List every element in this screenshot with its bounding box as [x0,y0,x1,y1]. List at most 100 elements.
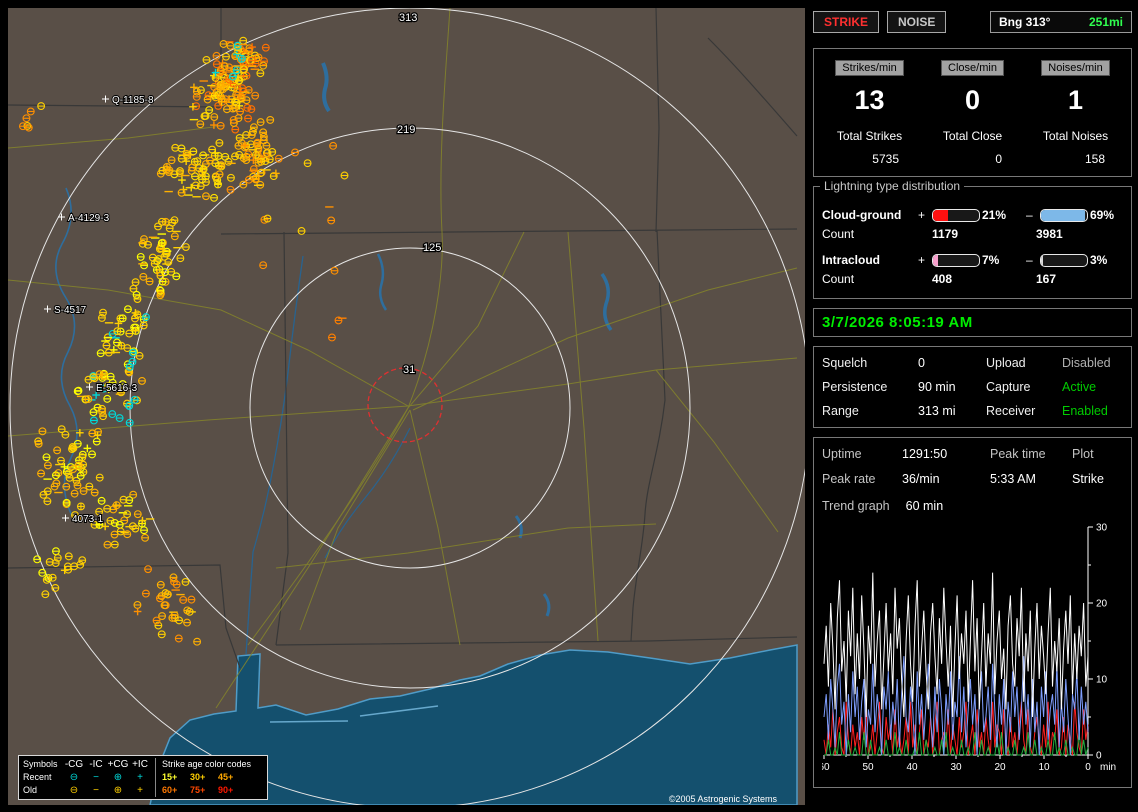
plus-sign: + [918,208,926,222]
noises-per-min-value: 1 [1067,85,1084,115]
strike-symbol [237,54,246,63]
plot-label: Plot [1072,447,1094,461]
intracloud-label: Intracloud [822,253,881,267]
strike-symbol [157,239,166,248]
map-legend: Symbols -CG -IC +CG +IC Strike age color… [18,755,268,800]
cg-positive-pct: 21% [982,208,1007,222]
total-noises-label: Total Noises [1042,129,1109,143]
distribution-title: Lightning type distribution [820,179,965,193]
status-value: 90 min [918,380,956,394]
ring-label: 313 [399,12,417,24]
minus-sign: – [1026,208,1033,222]
trend-period-value: 60 min [905,499,944,513]
trend-graph: 01020306050403020100min [822,523,1116,774]
ring-label: 125 [423,242,441,254]
total-strikes-value: 5735 [872,152,899,166]
x-tick-label: 50 [862,762,874,773]
x-tick-label: 0 [1085,762,1091,773]
legend-strike-symbol: − [93,772,99,783]
y-tick-label: 20 [1096,599,1108,610]
total-strikes-label: Total Strikes [836,129,903,143]
cg-positive-bar [932,208,980,222]
datetime-display: 3/7/2026 8:05:19 AM [813,308,1132,337]
legend-strike-symbol: + [137,772,143,783]
minus-sign: – [1026,253,1033,267]
ic-negative-count: 167 [1036,272,1057,286]
legend-strike-symbol: ⊕ [113,785,123,796]
bearing-distance: 251mi [1088,15,1123,29]
x-axis-unit: min [1100,762,1116,773]
stats-section: Uptime 1291:50 Peak time Plot Peak rate … [813,437,1132,788]
status-label: Receiver [986,404,1036,418]
x-tick-label: 60 [822,762,830,773]
map-area[interactable]: 313 219 125 31 Q-1185-8 A-4129-3 S-4517 E-5616… [8,8,805,805]
status-value: Disabled [1062,356,1111,370]
legend-col-neg-ic: -IC [89,759,103,770]
plot-value: Strike [1072,472,1104,486]
x-tick-label: 20 [994,762,1006,773]
bearing-value: Bng 313° [999,15,1051,29]
legend-recent-label: Recent [23,772,52,782]
uptime-value: 1291:50 [902,447,948,461]
legend-strike-symbol: + [137,785,143,796]
strike-symbol [76,502,85,511]
status-value: Enabled [1062,404,1108,418]
trend-graph-label: Trend graph [822,499,890,513]
ic-positive-pct: 7% [982,253,1000,267]
x-tick-label: 40 [906,762,918,773]
cloud-ground-label: Cloud-ground [822,208,902,222]
peak-time-label: Peak time [990,447,1046,461]
trend-series-strikes [823,572,1089,718]
copyright-text: ©2005 Astrogenic Systems [668,794,777,804]
y-tick-label: 10 [1096,675,1108,686]
ic-negative-pct: 3% [1090,253,1108,267]
storm-cell-label: E-5616-3 [96,383,138,394]
peak-rate-label: Peak rate [822,472,876,486]
legend-strike-symbol: ⊖ [69,772,79,783]
legend-age-code: 75+ [190,785,206,795]
noise-button[interactable]: NOISE [887,11,947,33]
storm-cell-label: Q-1185-8 [112,95,154,106]
ring-label: 219 [397,124,415,136]
storm-cell-label: S-4517 [54,305,87,316]
legend-strike-symbol: ⊕ [113,772,123,783]
cg-positive-count: 1179 [932,227,959,241]
status-label: Range [822,404,859,418]
total-close-label: Total Close [942,129,1003,143]
x-tick-label: 10 [1038,762,1050,773]
x-tick-label: 30 [950,762,962,773]
cg-negative-pct: 69% [1090,208,1115,222]
total-noises-value: 158 [1084,152,1105,166]
status-label: Persistence [822,380,888,394]
ic-positive-bar [932,253,980,267]
side-panel: STRIKE NOISE Bng 313° 251mi Strikes/min … [813,10,1132,797]
close-per-min-value: 0 [964,85,981,115]
noises-per-min-chip: Noises/min [1041,60,1110,76]
legend-age-code: 30+ [190,772,206,782]
legend-age-code: 90+ [218,785,234,795]
legend-old-label: Old [23,785,38,795]
ic-negative-bar [1040,253,1088,267]
uptime-label: Uptime [822,447,862,461]
legend-age-title: Strike age color codes [162,759,252,769]
ring-label: 31 [403,364,415,376]
peak-time-value: 5:33 AM [990,472,1036,486]
strike-button[interactable]: STRIKE [813,11,880,33]
legend-strike-symbol: ⊖ [69,785,79,796]
legend-age-code: 45+ [218,772,234,782]
cg-count-label: Count [822,227,855,241]
strikes-per-min-chip: Strikes/min [835,60,904,76]
ic-count-label: Count [822,272,855,286]
y-tick-label: 30 [1096,523,1108,534]
lightning-map[interactable]: 313 219 125 31 Q-1185-8 A-4129-3 S-4517 E-5616… [8,8,805,805]
legend-col-pos-cg: +CG [107,759,129,770]
bearing-readout: Bng 313° 251mi [990,11,1132,33]
plus-sign: + [918,253,926,267]
total-close-value: 0 [995,152,1002,166]
legend-symbols-title: Symbols [23,759,58,769]
status-value: Active [1062,380,1097,394]
lightning-distribution-section: Lightning type distribution Cloud-ground… [813,179,1132,299]
legend-strike-symbol: − [93,785,99,796]
status-label: Upload [986,356,1026,370]
cg-negative-bar [1040,208,1088,222]
